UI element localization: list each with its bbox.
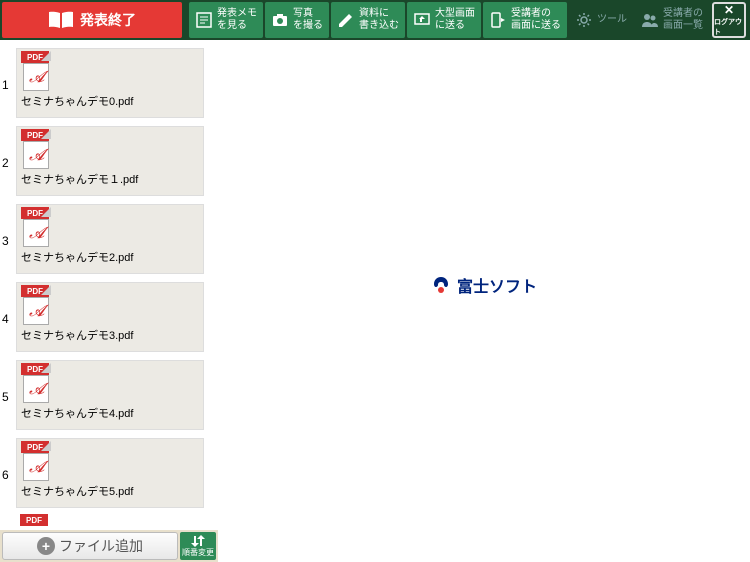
top-toolbar: 発表終了 発表メモ を見る 写真 を撮る 資料に 書き込む 大型画面 に送る 受… <box>0 0 750 40</box>
add-file-button[interactable]: + ファイル追加 <box>2 532 178 560</box>
file-name: セミナちゃんデモ2.pdf <box>21 249 199 265</box>
pdf-icon: PDF𝓐 <box>21 363 53 403</box>
reorder-button[interactable]: 順番変更 <box>180 532 216 560</box>
file-name: セミナちゃんデモ3.pdf <box>21 327 199 343</box>
camera-icon <box>271 11 289 29</box>
reorder-label: 順番変更 <box>182 547 214 558</box>
main-area: 1PDF𝓐セミナちゃんデモ0.pdf2PDF𝓐セミナちゃんデモ１.pdf3PDF… <box>0 40 750 530</box>
file-name: セミナちゃんデモ１.pdf <box>21 171 199 187</box>
file-card[interactable]: PDF𝓐 セミナちゃんデモ4.pdf <box>16 360 204 430</box>
end-presentation-label: 発表終了 <box>80 10 136 30</box>
file-name: セミナちゃんデモ0.pdf <box>21 93 199 109</box>
file-card[interactable]: PDF𝓐 セミナちゃんデモ0.pdf <box>16 48 204 118</box>
toolbar-spacer <box>184 0 188 40</box>
logout-button[interactable]: ✕ ログアウト <box>712 2 746 38</box>
send-large-label: 大型画面 に送る <box>435 8 475 32</box>
brand-icon <box>431 275 451 295</box>
screen-send-icon <box>413 11 431 29</box>
file-number: 3 <box>2 234 16 274</box>
memo-button[interactable]: 発表メモ を見る <box>189 2 263 38</box>
pdf-icon: PDF𝓐 <box>21 285 53 325</box>
file-card[interactable]: PDF𝓐 セミナちゃんデモ3.pdf <box>16 282 204 352</box>
book-icon <box>48 11 74 29</box>
file-number: 6 <box>2 468 16 508</box>
file-number: 5 <box>2 390 16 430</box>
reorder-icon <box>190 535 206 547</box>
file-row[interactable]: 5PDF𝓐 セミナちゃんデモ4.pdf <box>0 352 218 430</box>
student-list-button: 受講者の 画面一覧 <box>635 2 709 38</box>
student-list-label: 受講者の 画面一覧 <box>663 8 703 32</box>
plus-icon: + <box>37 537 55 555</box>
memo-label: 発表メモ を見る <box>217 8 257 32</box>
pdf-icon: PDF𝓐 <box>21 207 53 247</box>
send-students-label: 受講者の 画面に送る <box>511 8 561 32</box>
gear-icon <box>575 11 593 29</box>
people-icon <box>641 11 659 29</box>
photo-label: 写真 を撮る <box>293 8 323 32</box>
tools-button: ツール <box>569 2 633 38</box>
file-row[interactable]: 3PDF𝓐 セミナちゃんデモ2.pdf <box>0 196 218 274</box>
file-name: セミナちゃんデモ4.pdf <box>21 405 199 421</box>
pdf-icon: PDF𝓐 <box>21 129 53 169</box>
file-card[interactable]: PDF𝓐 セミナちゃんデモ2.pdf <box>16 204 204 274</box>
file-card[interactable]: PDF𝓐 セミナちゃんデモ１.pdf <box>16 126 204 196</box>
photo-button[interactable]: 写真 を撮る <box>265 2 329 38</box>
file-row[interactable]: 6PDF𝓐 セミナちゃんデモ5.pdf <box>0 430 218 508</box>
send-students-button[interactable]: 受講者の 画面に送る <box>483 2 567 38</box>
file-sidebar: 1PDF𝓐セミナちゃんデモ0.pdf2PDF𝓐セミナちゃんデモ１.pdf3PDF… <box>0 40 218 530</box>
annotate-label: 資料に 書き込む <box>359 8 399 32</box>
memo-icon <box>195 11 213 29</box>
file-name: セミナちゃんデモ5.pdf <box>21 483 199 499</box>
pen-icon <box>337 11 355 29</box>
tools-label: ツール <box>597 14 627 26</box>
file-row[interactable]: 1PDF𝓐 セミナちゃんデモ0.pdf <box>0 40 218 118</box>
send-large-button[interactable]: 大型画面 に送る <box>407 2 481 38</box>
pdf-icon: PDF <box>20 514 48 526</box>
logout-label: ログアウト <box>714 17 744 37</box>
pdf-icon: PDF𝓐 <box>21 441 53 481</box>
file-row[interactable]: 4PDF𝓐 セミナちゃんデモ3.pdf <box>0 274 218 352</box>
file-number: 1 <box>2 78 16 118</box>
bottom-toolbar: + ファイル追加 順番変更 <box>0 530 218 562</box>
annotate-button[interactable]: 資料に 書き込む <box>331 2 405 38</box>
file-row[interactable]: 2PDF𝓐 セミナちゃんデモ１.pdf <box>0 118 218 196</box>
brand-text: 富士ソフト <box>457 273 537 297</box>
close-icon: ✕ <box>724 4 734 16</box>
file-number: 4 <box>2 312 16 352</box>
file-number: 2 <box>2 156 16 196</box>
device-send-icon <box>489 11 507 29</box>
file-card[interactable]: PDF𝓐 セミナちゃんデモ5.pdf <box>16 438 204 508</box>
pdf-icon: PDF𝓐 <box>21 51 53 91</box>
end-presentation-button[interactable]: 発表終了 <box>2 2 182 38</box>
content-area: 富士ソフト <box>218 40 750 530</box>
brand-logo: 富士ソフト <box>431 273 537 297</box>
file-row[interactable]: PDF <box>0 508 218 530</box>
add-file-label: ファイル追加 <box>59 536 143 556</box>
